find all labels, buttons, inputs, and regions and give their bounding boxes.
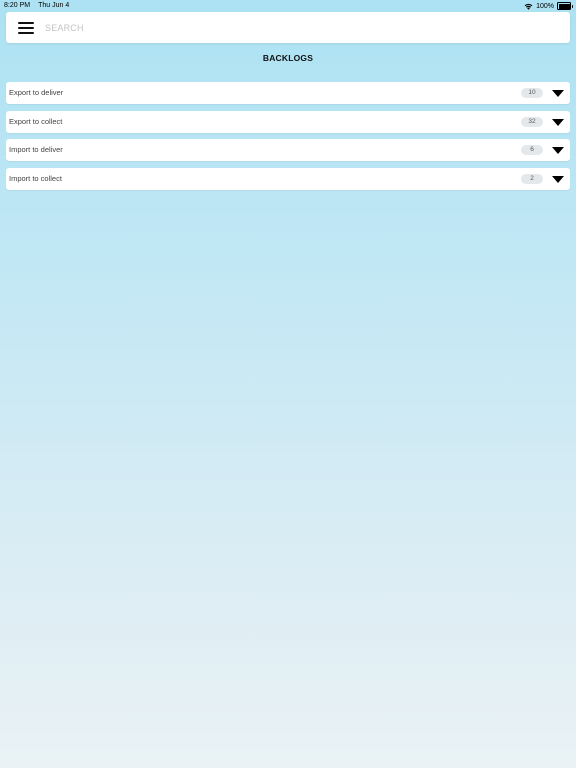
search-bar — [6, 12, 570, 43]
wifi-icon — [524, 3, 533, 10]
status-time: 8:20 PM — [4, 2, 31, 9]
status-date: Thu Jun 4 — [38, 2, 70, 9]
backlog-count-badge: 10 — [521, 88, 543, 98]
backlog-list: Export to deliver 10 Export to collect 3… — [6, 82, 570, 197]
backlog-label: Export to collect — [9, 116, 63, 126]
hamburger-menu-icon[interactable] — [18, 22, 34, 34]
backlog-row-export-to-deliver[interactable]: Export to deliver 10 — [6, 82, 570, 104]
search-input[interactable] — [45, 18, 545, 37]
backlog-label: Export to deliver — [9, 88, 64, 97]
chevron-down-icon[interactable] — [552, 118, 564, 126]
battery-fill — [558, 3, 570, 9]
status-left: 8:20 PM Thu Jun 4 — [4, 2, 69, 9]
status-right: 100% — [524, 2, 573, 10]
battery-percentage: 100% — [536, 2, 554, 10]
battery-icon — [557, 2, 573, 10]
backlog-row-export-to-collect[interactable]: Export to collect 32 — [6, 110, 570, 133]
backlog-label: Import to deliver — [9, 145, 63, 155]
chevron-down-icon[interactable] — [552, 90, 564, 97]
menu-line — [18, 27, 34, 29]
backlog-row-import-to-deliver[interactable]: Import to deliver 6 — [6, 139, 570, 162]
chevron-down-icon[interactable] — [552, 147, 564, 155]
backlog-count-badge: 6 — [521, 145, 543, 156]
backlog-count-badge: 32 — [521, 116, 543, 127]
chevron-down-icon[interactable] — [552, 176, 564, 184]
menu-line — [18, 32, 34, 34]
backlog-label: Import to collect — [9, 174, 62, 184]
page-title: BACKLOGS — [262, 53, 314, 63]
backlog-row-import-to-collect[interactable]: Import to collect 2 — [6, 168, 570, 191]
backlog-count-badge: 2 — [521, 174, 543, 185]
status-bar: 8:20 PM Thu Jun 4 100% — [0, 0, 576, 12]
menu-line — [18, 22, 34, 24]
